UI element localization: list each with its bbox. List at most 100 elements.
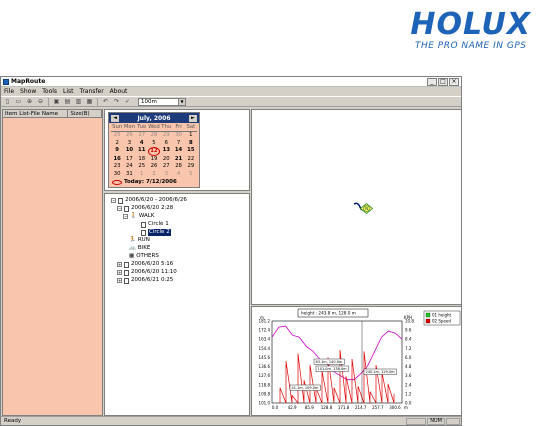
calendar-day[interactable]: 18 xyxy=(136,156,148,163)
redo-icon[interactable]: ↷ xyxy=(112,98,121,106)
download-icon[interactable]: ▤ xyxy=(63,98,72,106)
calendar-day[interactable]: 21 xyxy=(172,156,184,163)
tree-node-day[interactable]: − 2006/6/20 2:28 xyxy=(117,205,173,212)
calendar-day[interactable]: 13 xyxy=(160,147,172,156)
calendar-day[interactable]: 10 xyxy=(123,147,135,156)
calendar-day[interactable]: 22 xyxy=(185,156,197,163)
calendar-day[interactable]: 7 xyxy=(172,140,184,147)
calendar-day[interactable]: 8 xyxy=(185,140,197,147)
calendar-day[interactable]: 25 xyxy=(136,163,148,170)
tree-node-walk[interactable]: − 🚶 WALK xyxy=(123,213,154,220)
check-icon[interactable]: ✓ xyxy=(123,98,132,106)
calendar-day[interactable]: 11 xyxy=(136,147,148,156)
dow-label: Wed xyxy=(147,124,161,133)
upload-icon[interactable]: ▥ xyxy=(74,98,83,106)
file-list-panel[interactable]: Item List-File Name Size(B) xyxy=(2,109,103,416)
collapse-icon[interactable]: − xyxy=(123,214,128,219)
tree-node-day[interactable]: + 2006/6/20 5:16 xyxy=(117,261,173,268)
map-view[interactable]: N xyxy=(251,109,462,305)
device-icon[interactable]: ▣ xyxy=(52,98,61,106)
menu-about[interactable]: About xyxy=(110,88,128,95)
tooltip-text: height : 243.8 m, 128.0 m xyxy=(301,311,356,316)
calendar-day[interactable]: 29 xyxy=(185,163,197,170)
tree-node-circle-1[interactable]: Circle 1 xyxy=(141,221,169,228)
y-tick-label: 163.4 xyxy=(259,337,271,342)
calendar-day[interactable]: 15 xyxy=(185,147,197,156)
calendar-day[interactable]: 4 xyxy=(172,171,184,178)
calendar-day[interactable]: 30 xyxy=(172,132,184,139)
menu-tools[interactable]: Tools xyxy=(42,88,57,95)
dow-label: Thu xyxy=(160,124,173,133)
open-icon[interactable]: ▭ xyxy=(14,98,23,106)
tree-node-label-selected: Circle 2 xyxy=(148,229,171,236)
calendar-day[interactable]: 28 xyxy=(148,132,160,139)
prev-month-button[interactable]: ◄ xyxy=(111,114,119,122)
minimize-button[interactable]: _ xyxy=(427,78,437,86)
expand-icon[interactable]: + xyxy=(117,262,122,267)
next-month-button[interactable]: ► xyxy=(188,114,197,122)
zoom-out-icon[interactable]: ⊖ xyxy=(36,98,45,106)
calendar-day[interactable]: 9 xyxy=(111,147,123,156)
calendar-day[interactable]: 23 xyxy=(111,163,123,170)
calendar-day[interactable]: 3 xyxy=(160,171,172,178)
tree-node-run[interactable]: 🏃 RUN xyxy=(129,237,150,244)
menu-list[interactable]: List xyxy=(63,88,74,95)
calendar-day[interactable]: 27 xyxy=(136,132,148,139)
calendar-day[interactable]: 16 xyxy=(111,156,123,163)
menu-show[interactable]: Show xyxy=(20,88,36,95)
menu-file[interactable]: File xyxy=(4,88,14,95)
calendar-day[interactable]: 14 xyxy=(172,147,184,156)
menu-transfer[interactable]: Transfer xyxy=(80,88,104,95)
calendar-day[interactable]: 26 xyxy=(123,132,135,139)
calendar-day[interactable]: 25 xyxy=(111,132,123,139)
expand-icon[interactable]: + xyxy=(117,270,122,275)
calendar-day[interactable]: 24 xyxy=(123,163,135,170)
title-bar[interactable]: MapRoute _ □ × xyxy=(1,77,461,87)
calendar-day[interactable]: 29 xyxy=(160,132,172,139)
column-file-name[interactable]: Item List-File Name xyxy=(3,110,69,117)
tree-node-day[interactable]: + 2006/6/21 0:25 xyxy=(117,277,173,284)
calendar-day[interactable]: 2 xyxy=(111,140,123,147)
calendar-day[interactable]: 2 xyxy=(148,171,160,178)
calendar-day[interactable]: 6 xyxy=(160,140,172,147)
calendar-day[interactable]: 1 xyxy=(136,171,148,178)
tree-node-circle-2[interactable]: Circle 2 xyxy=(141,229,171,236)
scale-value: 100m xyxy=(141,98,157,105)
maximize-button[interactable]: □ xyxy=(438,78,448,86)
calendar-day[interactable]: 27 xyxy=(160,163,172,170)
tree-node-others[interactable]: ▦ OTHERS xyxy=(129,253,159,260)
calendar-day[interactable]: 30 xyxy=(111,171,123,178)
calendar-day[interactable]: 26 xyxy=(148,163,160,170)
close-button[interactable]: × xyxy=(449,78,459,86)
scale-select[interactable]: 100m ▼ xyxy=(138,97,186,106)
calendar-day-today[interactable]: 12 xyxy=(147,146,161,157)
column-size[interactable]: Size(B) xyxy=(68,110,102,117)
calendar-day[interactable]: 19 xyxy=(148,156,160,163)
tree-node-day[interactable]: + 2006/6/20 11:10 xyxy=(117,269,177,276)
undo-icon[interactable]: ↶ xyxy=(101,98,110,106)
calendar-day[interactable]: 3 xyxy=(123,140,135,147)
calendar-day[interactable]: 28 xyxy=(172,163,184,170)
collapse-icon[interactable]: − xyxy=(111,198,116,203)
calendar-day[interactable]: 20 xyxy=(160,156,172,163)
calendar-day[interactable]: 5 xyxy=(185,171,197,178)
tree-node-bike[interactable]: 🚲 BIKE xyxy=(129,245,150,252)
tree-node-label: Circle 1 xyxy=(148,221,169,227)
calendar-day[interactable]: 4 xyxy=(136,140,148,147)
compass-label: N xyxy=(365,206,368,212)
calendar-day[interactable]: 31 xyxy=(123,171,135,178)
print-icon[interactable]: ▦ xyxy=(85,98,94,106)
zoom-in-icon[interactable]: ⊕ xyxy=(25,98,34,106)
holux-logo: HOLUX THE PRO NAME IN GPS xyxy=(410,10,531,52)
new-file-icon[interactable]: ▯ xyxy=(3,98,12,106)
tree-node-week[interactable]: − 2006/6/20 - 2006/6/26 xyxy=(111,197,187,204)
expand-icon[interactable]: + xyxy=(117,278,122,283)
calendar-day[interactable]: 1 xyxy=(185,132,197,139)
chevron-down-icon[interactable]: ▼ xyxy=(178,98,185,105)
collapse-icon[interactable]: − xyxy=(117,206,122,211)
calendar-day[interactable]: 17 xyxy=(123,156,135,163)
toolbar-separator xyxy=(97,97,98,106)
calendar-day[interactable]: 5 xyxy=(148,140,160,147)
file-icon xyxy=(124,277,129,284)
today-link[interactable]: Today: 7/12/2006 xyxy=(109,179,199,185)
